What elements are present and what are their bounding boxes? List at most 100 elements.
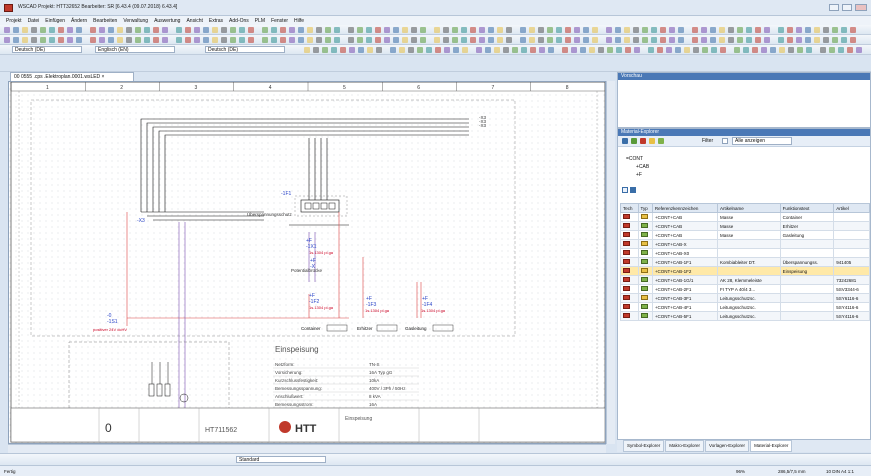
toolbar-button-icon[interactable] — [194, 37, 200, 43]
toolbar-button-icon[interactable] — [443, 27, 449, 33]
toolbar-button-icon[interactable] — [580, 47, 586, 53]
toolbar-button-icon[interactable] — [185, 27, 191, 33]
explorer-tab[interactable]: Vorlagen-Explorer — [705, 440, 750, 452]
toolbar-button-icon[interactable] — [805, 27, 811, 33]
menu-item-1[interactable]: Datei — [26, 18, 42, 24]
toolbar-button-icon[interactable] — [520, 27, 526, 33]
toolbar-button-icon[interactable] — [678, 37, 684, 43]
toolbar-button-icon[interactable] — [547, 37, 553, 43]
toolbar-button-icon[interactable] — [737, 37, 743, 43]
toolbar-button-icon[interactable] — [22, 27, 28, 33]
menu-item-4[interactable]: Bearbeiten — [91, 18, 119, 24]
toolbar-button-icon[interactable] — [660, 27, 666, 33]
toolbar-button-icon[interactable] — [633, 37, 639, 43]
menu-item-8[interactable]: Extras — [207, 18, 225, 24]
language-select-3[interactable]: Deutsch (DE) — [205, 46, 285, 53]
toolbar-button-icon[interactable] — [719, 37, 725, 43]
toolbar-button-icon[interactable] — [779, 47, 785, 53]
toolbar-button-icon[interactable] — [316, 27, 322, 33]
toolbar-button-icon[interactable] — [598, 47, 604, 53]
toolbar-button-icon[interactable] — [488, 27, 494, 33]
refresh-icon[interactable] — [622, 138, 628, 144]
filter-tree-icon[interactable] — [631, 138, 637, 144]
toolbar-button-icon[interactable] — [728, 37, 734, 43]
toolbar-button-icon[interactable] — [692, 27, 698, 33]
toolbar-button-icon[interactable] — [366, 37, 372, 43]
toolbar-button-icon[interactable] — [357, 37, 363, 43]
toolbar-button-icon[interactable] — [230, 37, 236, 43]
toolbar-button-icon[interactable] — [574, 27, 580, 33]
toolbar-button-icon[interactable] — [49, 37, 55, 43]
toolbar-button-icon[interactable] — [316, 37, 322, 43]
toolbar-button-icon[interactable] — [719, 27, 725, 33]
toolbar-button-icon[interactable] — [357, 27, 363, 33]
toolbar-button-icon[interactable] — [298, 37, 304, 43]
toolbar-button-icon[interactable] — [411, 37, 417, 43]
toolbar-button-icon[interactable] — [162, 27, 168, 33]
toolbar-button-icon[interactable] — [434, 27, 440, 33]
column-header[interactable]: Referenzkennzeichen — [651, 203, 719, 213]
toolbar-button-icon[interactable] — [642, 37, 648, 43]
toolbar-button-icon[interactable] — [194, 27, 200, 33]
toolbar-button-icon[interactable] — [494, 47, 500, 53]
toolbar-button-icon[interactable] — [814, 27, 820, 33]
toolbar-button-icon[interactable] — [841, 37, 847, 43]
toolbar-button-icon[interactable] — [479, 37, 485, 43]
table-row[interactable]: +CONT+CAB-2F1 FI TYP A 40/4 3... 5SV3344-6 — [620, 284, 870, 294]
toolbar-button-icon[interactable] — [58, 27, 64, 33]
toolbar-button-icon[interactable] — [832, 27, 838, 33]
toolbar-button-icon[interactable] — [479, 27, 485, 33]
toolbar-button-icon[interactable] — [444, 47, 450, 53]
menu-item-6[interactable]: Auswertung — [152, 18, 182, 24]
toolbar-button-icon[interactable] — [76, 37, 82, 43]
toolbar-button-icon[interactable] — [678, 27, 684, 33]
column-header[interactable]: Artikelname — [717, 203, 781, 213]
toolbar-button-icon[interactable] — [435, 47, 441, 53]
toolbar-button-icon[interactable] — [366, 27, 372, 33]
table-row[interactable]: +CONT+CAB-4F1 Leitungsschutzsc. 5SY4116-6 — [620, 302, 870, 312]
table-row[interactable]: +CONT+CAB-1F2 Einspeisung — [620, 266, 870, 276]
menu-item-10[interactable]: PLM — [253, 18, 267, 24]
toolbar-button-icon[interactable] — [796, 37, 802, 43]
toolbar-button-icon[interactable] — [529, 27, 535, 33]
explorer-tab[interactable]: Symbol-Explorer — [623, 440, 665, 452]
toolbar-button-icon[interactable] — [212, 27, 218, 33]
toolbar-button-icon[interactable] — [710, 27, 716, 33]
toolbar-button-icon[interactable] — [746, 27, 752, 33]
toolbar-button-icon[interactable] — [411, 27, 417, 33]
explorer-tab[interactable]: Makro-Explorer — [665, 440, 705, 452]
toolbar-button-icon[interactable] — [307, 27, 313, 33]
toolbar-button-icon[interactable] — [375, 27, 381, 33]
toolbar-button-icon[interactable] — [574, 37, 580, 43]
toolbar-button-icon[interactable] — [778, 27, 784, 33]
toolbar-button-icon[interactable] — [562, 47, 568, 53]
toolbar-button-icon[interactable] — [22, 37, 28, 43]
toolbar-button-icon[interactable] — [538, 37, 544, 43]
close-button[interactable] — [855, 4, 867, 11]
toolbar-button-icon[interactable] — [728, 27, 734, 33]
toolbar-button-icon[interactable] — [462, 47, 468, 53]
menu-item-0[interactable]: Projekt — [4, 18, 24, 24]
toolbar-button-icon[interactable] — [331, 47, 337, 53]
toolbar-button-icon[interactable] — [90, 37, 96, 43]
toolbar-button-icon[interactable] — [67, 27, 73, 33]
toolbar-button-icon[interactable] — [375, 37, 381, 43]
toolbar-button-icon[interactable] — [13, 37, 19, 43]
toolbar-button-icon[interactable] — [841, 27, 847, 33]
toolbar-button-icon[interactable] — [126, 37, 132, 43]
toolbar-button-icon[interactable] — [461, 27, 467, 33]
toolbar-button-icon[interactable] — [648, 47, 654, 53]
toolbar-button-icon[interactable] — [271, 27, 277, 33]
table-row[interactable]: +CONT+CAB-1F1 Kombiableiter DT. Überspannu… — [620, 257, 870, 267]
menu-item-11[interactable]: Fenster — [269, 18, 290, 24]
explorer-tab[interactable]: Material-Explorer — [750, 440, 793, 452]
menu-item-7[interactable]: Ansicht — [184, 18, 204, 24]
toolbar-button-icon[interactable] — [615, 27, 621, 33]
toolbar-button-icon[interactable] — [720, 47, 726, 53]
toolbar-button-icon[interactable] — [583, 27, 589, 33]
toolbar-button-icon[interactable] — [787, 27, 793, 33]
toolbar-button-icon[interactable] — [805, 37, 811, 43]
toolbar-button-icon[interactable] — [710, 37, 716, 43]
toolbar-button-icon[interactable] — [615, 37, 621, 43]
toolbar-button-icon[interactable] — [349, 47, 355, 53]
